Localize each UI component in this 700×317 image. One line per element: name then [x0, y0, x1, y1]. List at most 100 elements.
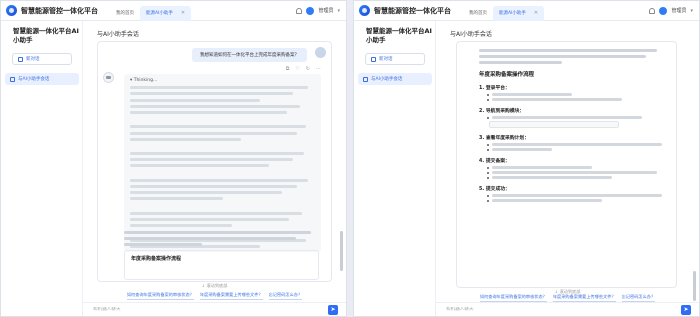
new-chat-icon	[371, 56, 376, 62]
user-name[interactable]: 管理员	[671, 7, 686, 14]
window-left: 智慧能源管控一体化平台 我的首页 能源AI小助手 ✕ 管理员 ▾ 智慧能源一体化平…	[0, 0, 347, 317]
sidebar-item-chat[interactable]: 与AI小助手会话	[5, 73, 79, 85]
new-chat-button[interactable]: 新对话	[12, 53, 72, 65]
refresh-icon[interactable]: ↻	[306, 66, 310, 72]
sidebar-item-label: 与AI小助手会话	[18, 77, 50, 82]
new-chat-label: 新对话	[379, 57, 393, 62]
suggestion-chip[interactable]: 年度采购备案需要上传哪些文件？	[552, 293, 616, 302]
step-title: 导航到采购模块：	[485, 109, 525, 114]
brand-logo-icon	[6, 5, 17, 16]
tab-ai-assistant[interactable]: 能源AI小助手 ✕	[493, 5, 545, 21]
step-number: 3.	[479, 136, 485, 141]
tab-home[interactable]: 我的首页	[110, 6, 140, 21]
tab-home-label: 我的首页	[116, 11, 134, 16]
user-message: 我想知道如何在一体化平台上完成年度采购备案？	[192, 48, 307, 62]
new-chat-button[interactable]: 新对话	[365, 53, 425, 65]
suggestion-chip[interactable]: 忘记密码怎么办？	[268, 291, 303, 300]
brand-title: 智慧能源管控一体化平台	[21, 6, 98, 15]
sidebar-item-label: 与AI小助手会话	[371, 77, 403, 82]
chat-input-bar: ➤	[436, 302, 699, 316]
send-button[interactable]: ➤	[681, 304, 691, 315]
answer-title: 年度采购备案操作流程	[131, 256, 182, 262]
window-right: 智慧能源管控一体化平台 我的首页 能源AI小助手 ✕ 管理员 ▾ 智慧能源一体化平…	[353, 0, 700, 317]
user-name[interactable]: 管理员	[318, 7, 333, 14]
answer-text	[124, 228, 319, 249]
step-number: 5.	[479, 187, 485, 192]
answer-card: 年度采购备案操作流程	[124, 250, 319, 280]
chat-panel: 我想知道如何在一体化平台上完成年度采购备案？ ⧉ ♡ ↻ ⋯ ▾ Thinkin…	[97, 41, 332, 282]
step-number: 1.	[479, 86, 485, 91]
tab-ai-label: 能源AI小助手	[146, 11, 173, 16]
more-icon[interactable]: ⋯	[316, 66, 321, 72]
step-item: 4. 提交备案：	[479, 157, 664, 179]
step-item: 5. 提交成功：	[479, 185, 664, 202]
chat-input-bar: ➤	[83, 302, 346, 316]
page-title: 与AI小助手会话	[97, 31, 139, 38]
chat-input[interactable]	[436, 307, 681, 312]
send-button[interactable]: ➤	[328, 304, 338, 315]
close-tab-icon[interactable]: ✕	[181, 10, 185, 16]
tab-home[interactable]: 我的首页	[463, 6, 493, 21]
suggestion-list: 如何查询年度采购备案的审核状态？ 年度采购备案需要上传哪些文件？ 忘记密码怎么办…	[450, 293, 685, 302]
tab-bar: 我的首页 能源AI小助手 ✕	[463, 1, 545, 21]
chat-panel: 年度采购备案操作流程 1. 登录平台： 2. 导航到采购模块： 3. 查看年度采…	[456, 41, 677, 288]
step-number: 4.	[479, 159, 485, 164]
suggestion-list: 如何查询年度采购备案的审核状态？ 年度采购备案需要上传哪些文件？ 忘记密码怎么办…	[97, 291, 332, 300]
chevron-down-icon[interactable]: ▾	[690, 8, 693, 14]
suggestion-chip[interactable]: 忘记密码怎么办？	[621, 293, 656, 302]
chevron-down-icon[interactable]: ▾	[337, 8, 340, 14]
step-item: 2. 导航到采购模块：	[479, 107, 664, 128]
avatar[interactable]	[306, 6, 315, 15]
new-chat-icon	[18, 56, 23, 62]
suggestion-chip[interactable]: 年度采购备案需要上传哪些文件？	[199, 291, 263, 300]
chat-icon	[363, 76, 368, 82]
close-tab-icon[interactable]: ✕	[534, 10, 538, 16]
step-item: 3. 查看年度采购计划：	[479, 134, 664, 151]
tab-ai-assistant[interactable]: 能源AI小助手 ✕	[140, 5, 192, 21]
suggestion-chip[interactable]: 如何查询年度采购备案的审核状态？	[126, 291, 194, 300]
sidebar-title: 智慧能源一体化平台AI小助手	[13, 27, 79, 44]
message-tools: ⧉ ♡ ↻ ⋯	[286, 66, 321, 72]
like-icon[interactable]: ♡	[295, 66, 299, 72]
send-icon: ➤	[330, 306, 336, 313]
scrollbar[interactable]	[340, 231, 343, 271]
top-bar: 智慧能源管控一体化平台 我的首页 能源AI小助手 ✕ 管理员 ▾	[354, 1, 699, 21]
scrollbar[interactable]	[693, 271, 696, 301]
bell-icon[interactable]	[649, 7, 656, 14]
suggestion-chip[interactable]: 如何查询年度采购备案的审核状态？	[479, 293, 547, 302]
app-root: 智慧能源管控一体化平台 我的首页 能源AI小助手 ✕ 管理员 ▾ 智慧能源一体化平…	[0, 0, 700, 317]
sidebar-item-chat[interactable]: 与AI小助手会话	[358, 73, 432, 85]
step-number: 2.	[479, 109, 485, 114]
send-icon: ➤	[683, 306, 689, 313]
answer-title: 年度采购备案操作流程	[479, 72, 535, 78]
thinking-label: ▾ Thinking...	[130, 78, 158, 83]
step-title: 查看年度采购计划：	[485, 136, 530, 141]
tab-bar: 我的首页 能源AI小助手 ✕	[110, 1, 192, 21]
thinking-block[interactable]: ▾ Thinking...	[124, 74, 321, 252]
step-title: 登录平台：	[485, 86, 510, 91]
brand-logo-icon	[359, 5, 370, 16]
step-item: 1. 登录平台：	[479, 84, 664, 101]
sidebar: 智慧能源一体化平台AI小助手 新对话 与AI小助手会话	[1, 21, 83, 316]
bot-avatar-icon	[103, 72, 114, 83]
sidebar: 智慧能源一体化平台AI小助手 新对话 与AI小助手会话	[354, 21, 436, 316]
chat-icon	[10, 76, 15, 82]
copy-icon[interactable]: ⧉	[286, 66, 290, 72]
sidebar-title: 智慧能源一体化平台AI小助手	[366, 27, 432, 44]
brand-title: 智慧能源管控一体化平台	[374, 6, 451, 15]
chat-main: 与AI小助手会话 年度采购备案操作流程 1. 登录平台： 2. 导航到采购模块：…	[436, 21, 699, 316]
bell-icon[interactable]	[296, 7, 303, 14]
page-title: 与AI小助手会话	[450, 31, 492, 38]
user-area: 管理员 ▾	[296, 6, 340, 15]
tab-ai-label: 能源AI小助手	[499, 11, 526, 16]
chat-input[interactable]	[83, 307, 328, 312]
user-area: 管理员 ▾	[649, 6, 693, 15]
top-bar: 智慧能源管控一体化平台 我的首页 能源AI小助手 ✕ 管理员 ▾	[1, 1, 346, 21]
step-title: 提交成功：	[485, 187, 510, 192]
tab-home-label: 我的首页	[469, 11, 487, 16]
user-avatar-icon	[315, 47, 326, 58]
chat-main: 与AI小助手会话 我想知道如何在一体化平台上完成年度采购备案？ ⧉ ♡ ↻ ⋯ …	[83, 21, 346, 316]
answer-intro	[479, 46, 664, 67]
avatar[interactable]	[659, 6, 668, 15]
scroll-hint[interactable]: ↓ 滚动到底部	[83, 283, 346, 289]
